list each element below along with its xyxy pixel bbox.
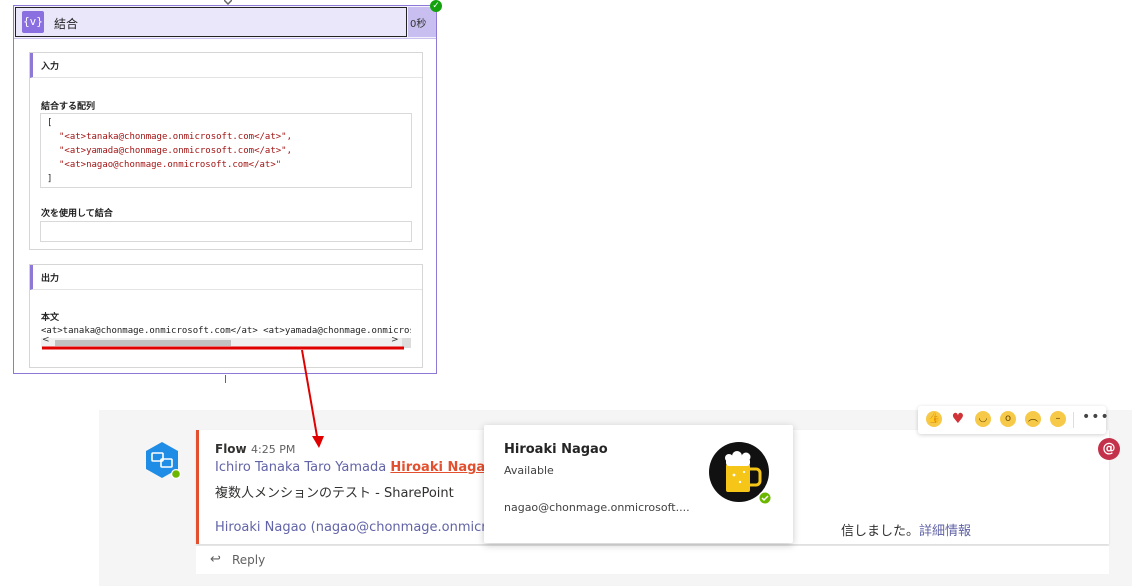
annotation-overlay xyxy=(42,346,404,448)
annotation-arrowhead xyxy=(312,436,324,448)
annotation-arrow-line xyxy=(301,349,319,443)
